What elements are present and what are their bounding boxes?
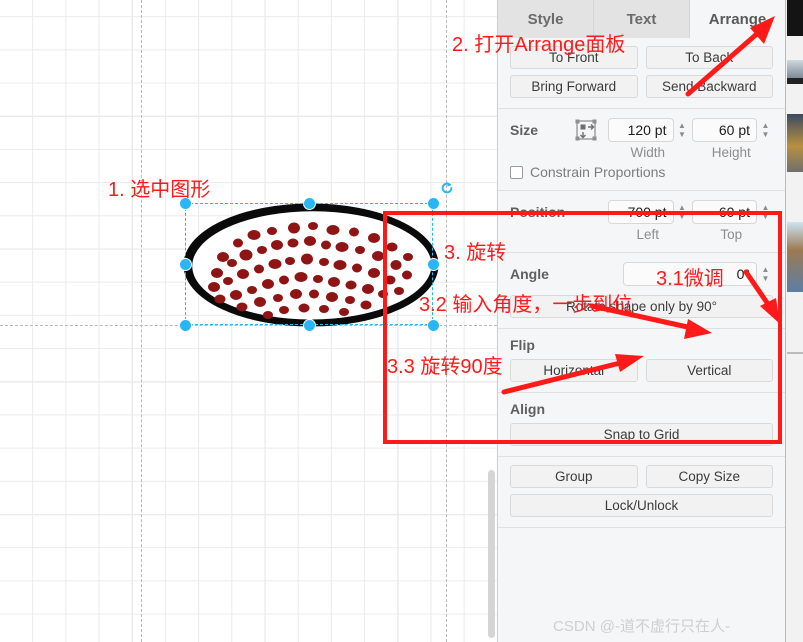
send-backward-button[interactable]: Send Backward: [645, 75, 773, 98]
size-section: Size 120 pt ▲ ▼ 60 pt ▲ ▼ Width Height C…: [498, 109, 785, 191]
width-sublabel: Width: [630, 145, 665, 160]
size-sublabels: Width Height: [510, 145, 773, 160]
background-thumbnail: [787, 292, 803, 352]
watermark-text: CSDN @-道不虚行只在人-: [553, 618, 730, 635]
tab-arrange[interactable]: Arrange: [690, 0, 785, 38]
background-thumbnail: [787, 172, 803, 222]
annotation-2: 2. 打开Arrange面板: [452, 34, 626, 56]
height-field-group: 60 pt ▲ ▼: [691, 117, 774, 143]
background-thumbnail: [787, 354, 803, 642]
actions-row-1: Group Copy Size: [510, 465, 773, 488]
annotation-3-2: 3.2 输入角度，一步到位: [419, 294, 633, 316]
background-window-strip: [785, 0, 803, 642]
guide-line-vertical: [141, 0, 142, 642]
annotation-3-1: 3.1微调: [656, 268, 724, 290]
height-input[interactable]: 60 pt: [691, 118, 757, 142]
width-stepper[interactable]: ▲ ▼: [675, 117, 690, 143]
to-back-button[interactable]: To Back: [645, 46, 773, 69]
autosize-icon[interactable]: [566, 118, 606, 142]
background-thumbnail: [787, 114, 803, 172]
width-field-group: 120 pt ▲ ▼: [608, 117, 690, 143]
rotate-handle-icon[interactable]: [440, 181, 454, 195]
actions-section: Group Copy Size Lock/Unlock: [498, 457, 785, 528]
resize-handle-ne[interactable]: [428, 198, 439, 209]
annotation-3: 3. 旋转: [444, 242, 507, 264]
background-thumbnail: [787, 84, 803, 114]
background-thumbnail: [787, 60, 803, 78]
resize-handle-w[interactable]: [180, 259, 191, 270]
annotation-1: 1. 选中图形: [108, 179, 211, 201]
resize-handle-sw[interactable]: [180, 320, 191, 331]
height-stepper[interactable]: ▲ ▼: [758, 117, 773, 143]
order-row-2: Bring Forward Send Backward: [510, 75, 773, 98]
actions-row-2: Lock/Unlock: [510, 494, 773, 517]
background-thumbnail: [787, 36, 803, 60]
canvas-vertical-scrollbar[interactable]: [488, 470, 495, 638]
height-sublabel: Height: [711, 145, 751, 160]
background-thumbnail: [787, 0, 803, 36]
background-thumbnail: [787, 222, 803, 292]
size-label: Size: [510, 122, 539, 138]
lock-unlock-button[interactable]: Lock/Unlock: [510, 494, 773, 517]
resize-handle-s[interactable]: [304, 320, 315, 331]
bring-forward-button[interactable]: Bring Forward: [510, 75, 638, 98]
resize-handle-n[interactable]: [304, 198, 315, 209]
group-button[interactable]: Group: [510, 465, 638, 488]
copy-size-button[interactable]: Copy Size: [645, 465, 773, 488]
width-input[interactable]: 120 pt: [608, 118, 674, 142]
constrain-proportions-row[interactable]: Constrain Proportions: [510, 164, 773, 180]
screenshot-root: Style Text Arrange To Front To Back Brin…: [0, 0, 803, 642]
annotation-3-3: 3.3 旋转90度: [387, 356, 503, 378]
constrain-proportions-checkbox[interactable]: [510, 165, 523, 179]
constrain-proportions-label: Constrain Proportions: [530, 164, 666, 180]
annotation-highlight-box: [383, 211, 782, 444]
size-field-row: Size 120 pt ▲ ▼ 60 pt ▲ ▼: [510, 117, 773, 143]
